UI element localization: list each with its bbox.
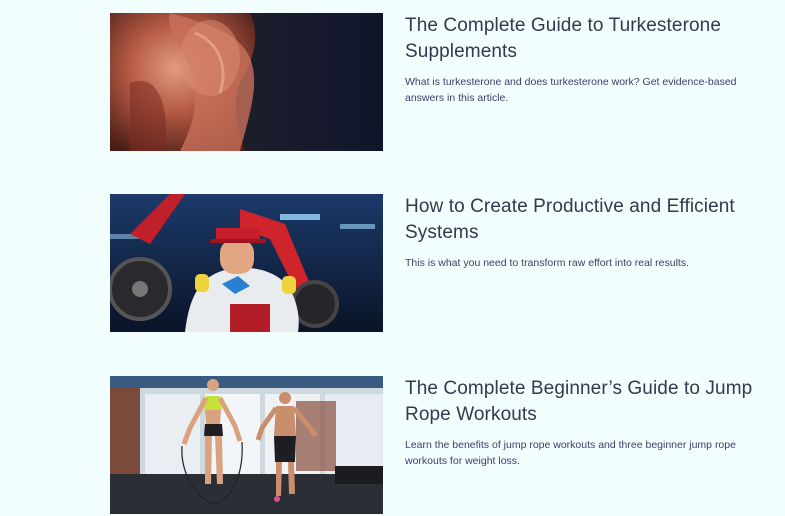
man-on-gym-machine-photo: [110, 194, 383, 332]
article-thumbnail-turkesterone[interactable]: [110, 13, 383, 151]
article-card: The Complete Guide to Turkesterone Suppl…: [110, 13, 770, 153]
article-title[interactable]: How to Create Productive and Efficient S…: [405, 194, 765, 246]
muscular-shoulder-back-photo: [110, 13, 383, 151]
article-card: The Complete Beginner’s Guide to Jump Ro…: [110, 376, 770, 516]
article-card: How to Create Productive and Efficient S…: [110, 194, 770, 334]
article-excerpt: This is what you need to transform raw e…: [405, 257, 690, 269]
article-title[interactable]: The Complete Guide to Turkesterone Suppl…: [405, 13, 765, 65]
article-thumbnail-systems[interactable]: [110, 194, 383, 332]
article-excerpt: What is turkesterone and does turkestero…: [405, 76, 737, 104]
article-excerpt: Learn the benefits of jump rope workouts…: [405, 439, 736, 467]
jump-rope-couple-photo: [110, 376, 383, 514]
article-title[interactable]: The Complete Beginner’s Guide to Jump Ro…: [405, 376, 765, 428]
article-thumbnail-jump-rope[interactable]: [110, 376, 383, 514]
